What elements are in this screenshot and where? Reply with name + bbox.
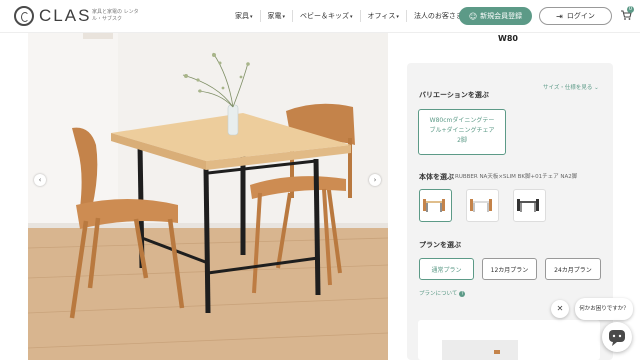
product-image[interactable]: [28, 33, 388, 360]
nav-item-furniture[interactable]: 家具▾: [228, 10, 261, 22]
product-summary-thumbnail-icon: [442, 340, 518, 360]
plan-option-12-months[interactable]: 12カ月プラン: [482, 258, 537, 280]
size-spec-link[interactable]: サイズ・仕様を見る ⌄: [543, 83, 599, 91]
variation-label: バリエーションを選ぶ: [419, 91, 489, 99]
table-set-thumbnail-icon: [423, 199, 445, 212]
logo-tagline: 家具と家電の レンタル・サブスク: [92, 9, 139, 22]
gallery-next-button[interactable]: ›: [369, 174, 381, 186]
body-option-thumb[interactable]: [419, 189, 452, 222]
logo-mark-icon: [14, 6, 34, 26]
product-title: W80: [498, 34, 518, 43]
plan-option-standard[interactable]: 通常プラン: [419, 258, 474, 280]
gallery-prev-button[interactable]: ‹: [34, 174, 46, 186]
chat-prompt-bubble[interactable]: 何かお困りですか？: [575, 298, 633, 320]
register-button[interactable]: ☺ 新規会員登録: [459, 7, 532, 25]
chevron-down-icon: ▾: [282, 14, 286, 20]
plan-about-link[interactable]: プランについて?: [419, 289, 466, 297]
product-summary-card: [418, 320, 600, 360]
site-header: CLAS 家具と家電の レンタル・サブスク 家具▾ 家電▾ ベビー＆キッズ▾ オ…: [0, 0, 640, 33]
logo[interactable]: CLAS: [14, 6, 91, 26]
chevron-right-icon: ›: [373, 176, 377, 184]
chevron-down-icon: ⌄: [594, 85, 599, 91]
question-icon: ?: [459, 291, 466, 297]
nav-item-appliances[interactable]: 家電▾: [261, 10, 294, 22]
nav-item-office[interactable]: オフィス▾: [361, 10, 407, 22]
close-icon: ✕: [556, 304, 564, 313]
chat-launcher-button[interactable]: [602, 322, 632, 352]
chat-close-button[interactable]: ✕: [551, 300, 569, 318]
main-nav: 家具▾ 家電▾ ベビー＆キッズ▾ オフィス▾ 法人のお客さまへ: [228, 10, 477, 22]
product-photo-illustration: [28, 33, 388, 360]
table-set-thumbnail-icon: [470, 199, 492, 212]
body-option-thumb[interactable]: [466, 189, 499, 222]
login-button[interactable]: ⇥ ログイン: [539, 7, 612, 25]
table-set-thumbnail-icon: [517, 199, 539, 212]
user-plus-icon: ☺: [468, 11, 478, 21]
chevron-down-icon: ▾: [250, 14, 253, 20]
body-label: 本体を選ぶ: [419, 173, 454, 181]
plan-option-24-months[interactable]: 24カ月プラン: [545, 258, 601, 280]
logo-text: CLAS: [39, 6, 92, 25]
variation-option[interactable]: W80cmダイニングテー ブル+ダイニングチェア 2脚: [418, 109, 506, 155]
body-selected-value: RUBBER NA天板×SLIM BK脚+01チェア NA2脚: [455, 174, 578, 180]
cart-count-badge: 0: [627, 6, 634, 13]
chevron-down-icon: ▾: [396, 14, 399, 20]
chat-icon: [609, 330, 625, 346]
body-option-thumb[interactable]: [513, 189, 546, 222]
login-icon: ⇥: [556, 11, 563, 21]
nav-item-baby-kids[interactable]: ベビー＆キッズ▾: [293, 10, 361, 22]
chevron-left-icon: ‹: [38, 176, 42, 184]
plan-label: プランを選ぶ: [419, 241, 461, 249]
chevron-down-icon: ▾: [350, 14, 353, 20]
